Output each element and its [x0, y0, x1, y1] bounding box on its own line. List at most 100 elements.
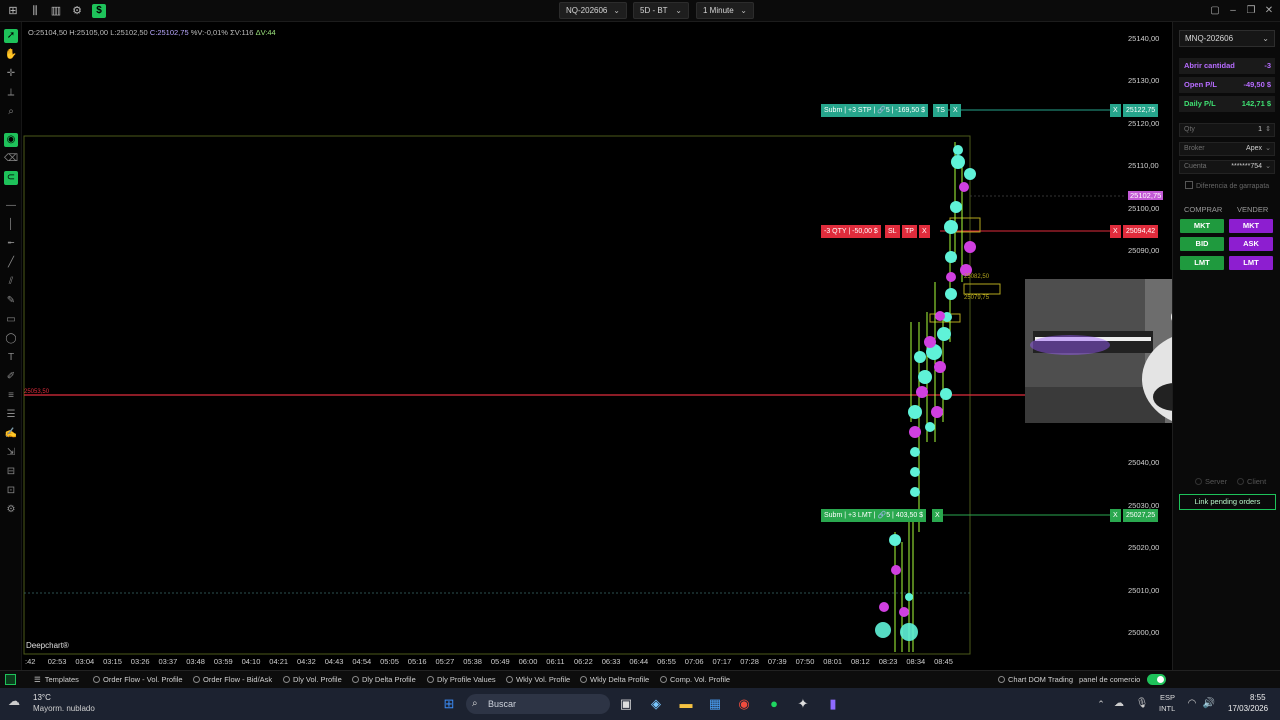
lock-icon[interactable]: ⊡	[4, 484, 18, 498]
magnet-icon[interactable]: ⊂	[4, 171, 18, 185]
buy-limit-button[interactable]: LMT	[1180, 256, 1224, 270]
buy-bid-button[interactable]: BID	[1180, 237, 1224, 251]
position-tag[interactable]: -3 QTY | -50,00 $	[821, 225, 881, 238]
channel-icon[interactable]: ⫽	[4, 275, 18, 289]
wifi-icon[interactable]: ◠	[1183, 695, 1201, 713]
copilot-icon[interactable]: ◈	[647, 695, 665, 713]
hline-icon[interactable]: —	[4, 199, 18, 213]
tray-chevron-icon[interactable]: ⌃	[1092, 695, 1110, 713]
server-radio[interactable]: Server	[1195, 477, 1227, 486]
minimize-icon[interactable]: –	[1226, 4, 1240, 18]
store-icon[interactable]: ▦	[706, 695, 724, 713]
highlighter-icon[interactable]: ✍	[4, 427, 18, 441]
symbol-dropdown[interactable]: NQ-202606 ⌄	[559, 2, 627, 19]
fib-icon[interactable]: ≡	[4, 389, 18, 403]
crosshair-icon[interactable]: ✛	[4, 67, 18, 81]
sell-market-button[interactable]: MKT	[1229, 219, 1273, 233]
clock-date[interactable]: 17/03/2026	[1228, 704, 1268, 713]
text-icon[interactable]: T	[4, 351, 18, 365]
cuenta-field[interactable]: Cuenta *******754 ⌄	[1179, 160, 1275, 174]
templates-button[interactable]: ☰ Templates	[34, 675, 79, 684]
sell-ask-button[interactable]: ASK	[1229, 237, 1273, 251]
levels-icon[interactable]: ☰	[4, 408, 18, 422]
lang-layout[interactable]: INTL	[1159, 704, 1175, 713]
bars-icon[interactable]: ▥	[49, 4, 63, 18]
template-dly-delta-profile[interactable]: Dly Delta Profile	[352, 675, 416, 684]
cancel-limit-button[interactable]: X	[932, 509, 943, 522]
rectangle-icon[interactable]: ▭	[4, 313, 18, 327]
settings-tool-icon[interactable]: ⚙	[4, 503, 18, 517]
deepchart-icon[interactable]: ▮	[824, 695, 842, 713]
template-dly-vol-profile[interactable]: Dly Vol. Profile	[283, 675, 342, 684]
vline-icon[interactable]: │	[4, 218, 18, 232]
app-icon[interactable]: ✦	[794, 695, 812, 713]
task-view-icon[interactable]: ▣	[617, 695, 635, 713]
zoom-icon[interactable]: ⌕	[4, 105, 18, 119]
hand-icon[interactable]: ✋	[4, 48, 18, 62]
template-order-flow-vol-profile[interactable]: Order Flow - Vol. Profile	[93, 675, 183, 684]
template-wkly-delta-profile[interactable]: Wkly Delta Profile	[580, 675, 649, 684]
file-explorer-icon[interactable]: ▬	[677, 695, 695, 713]
account-symbol-dropdown[interactable]: MNQ-202606 ⌄	[1179, 30, 1275, 47]
lang-code[interactable]: ESP	[1160, 693, 1175, 702]
stop-order-tag[interactable]: Subm | +3 STP | 🔗5 | -169,50 $	[821, 104, 929, 117]
weather-icon[interactable]: ☁	[8, 694, 20, 708]
cloud-icon[interactable]: ☁	[1110, 695, 1128, 713]
cursor-icon[interactable]: ➚	[4, 29, 18, 43]
template-order-flow-bid-ask[interactable]: Order Flow - Bid/Ask	[193, 675, 272, 684]
arrow-tool-icon[interactable]: ⇲	[4, 446, 18, 460]
trailing-stop-button[interactable]: TS	[933, 104, 948, 117]
range-dropdown[interactable]: 5D - BT ⌄	[633, 2, 689, 19]
limit-order-tag[interactable]: Subm | +3 LMT | 🔗5 | 403,50 $	[821, 509, 927, 522]
chart-area[interactable]: O:25104,50 H:25105,00 L:25102,50 C:25102…	[22, 22, 1172, 670]
cancel-stop-right-button[interactable]: X	[1110, 104, 1121, 117]
eraser-icon[interactable]: ⌫	[4, 152, 18, 166]
stop-loss-button[interactable]: SL	[885, 225, 900, 238]
panel-comercio-toggle[interactable]	[1147, 674, 1166, 685]
clock-time[interactable]: 8:55	[1250, 693, 1266, 702]
grid-icon[interactable]: ⊞	[6, 4, 20, 18]
template-comp-vol-profile[interactable]: Comp. Vol. Profile	[660, 675, 730, 684]
ray-icon[interactable]: ╾	[4, 237, 18, 251]
close-icon[interactable]: ✕	[1262, 4, 1276, 18]
chart-dom-trading-toggle[interactable]: Chart DOM Trading	[998, 675, 1073, 684]
sell-limit-button[interactable]: LMT	[1229, 256, 1273, 270]
qty-field[interactable]: Qty 1 ⇕	[1179, 123, 1275, 137]
broker-field[interactable]: Broker Apex ⌄	[1179, 142, 1275, 156]
dollar-icon[interactable]: $	[92, 4, 106, 18]
take-profit-button[interactable]: TP	[902, 225, 917, 238]
diff-checkbox-row[interactable]: Diferencia de garrapata	[1185, 181, 1275, 190]
checkbox[interactable]	[1185, 181, 1193, 189]
microphone-icon[interactable]: 🎙	[1133, 695, 1151, 713]
template-dly-profile-values[interactable]: Dly Profile Values	[427, 675, 496, 684]
measure-icon[interactable]: ⟂	[4, 86, 18, 100]
link-pending-orders-button[interactable]: Link pending orders	[1179, 494, 1276, 510]
ellipse-icon[interactable]: ◯	[4, 332, 18, 346]
expand-icon[interactable]	[5, 674, 16, 685]
ruler-icon[interactable]: ⊟	[4, 465, 18, 479]
chrome-icon[interactable]: ◉	[735, 695, 753, 713]
interval-dropdown[interactable]: 1 Minute ⌄	[696, 2, 754, 19]
brush-icon[interactable]: ✐	[4, 370, 18, 384]
restore-icon[interactable]: ❐	[1244, 4, 1258, 18]
ohlc-readout: O:25104,50 H:25105,00 L:25102,50 C:25102…	[28, 28, 276, 37]
close-position-right-button[interactable]: X	[1110, 225, 1121, 238]
cancel-stop-button[interactable]: X	[950, 104, 961, 117]
time-axis-label: 05:49	[490, 657, 510, 666]
trendline-icon[interactable]: ╱	[4, 256, 18, 270]
settings-icon[interactable]: ⚙	[70, 4, 84, 18]
cancel-limit-right-button[interactable]: X	[1110, 509, 1121, 522]
stepper-icon[interactable]: ⇕	[1265, 124, 1271, 136]
close-position-button[interactable]: X	[919, 225, 930, 238]
layout-icon[interactable]: ▢	[1208, 4, 1222, 18]
candles-icon[interactable]: ⫼	[28, 4, 42, 18]
client-radio[interactable]: Client	[1237, 477, 1266, 486]
buy-market-button[interactable]: MKT	[1180, 219, 1224, 233]
pencil-icon[interactable]: ✎	[4, 294, 18, 308]
volume-icon[interactable]: 🔊	[1200, 695, 1218, 713]
spotify-icon[interactable]: ●	[765, 695, 783, 713]
eye-icon[interactable]: ◉	[4, 133, 18, 147]
template-wkly-vol-profile[interactable]: Wkly Vol. Profile	[506, 675, 570, 684]
taskbar-search[interactable]: ⌕ Buscar	[466, 694, 610, 714]
windows-start-icon[interactable]: ⊞	[440, 695, 458, 713]
